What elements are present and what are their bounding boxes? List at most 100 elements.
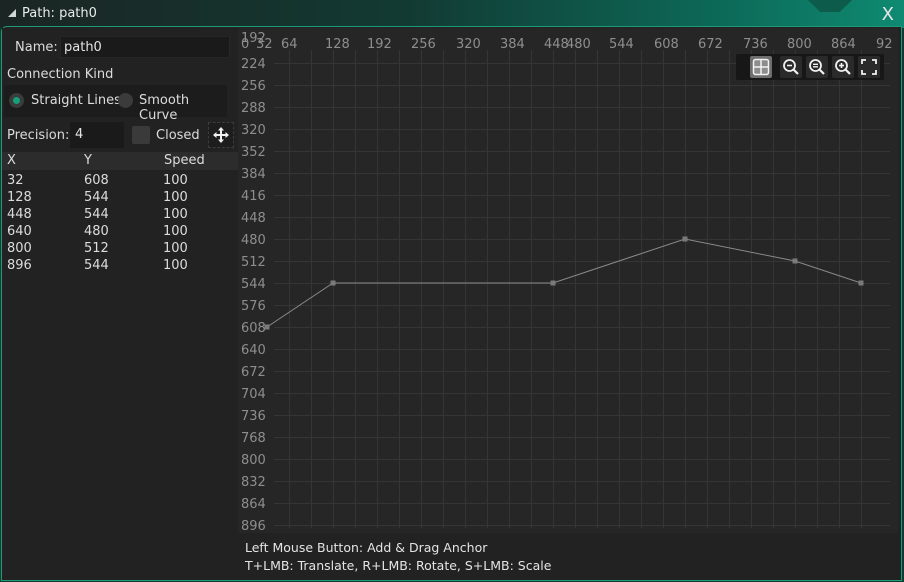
y-axis-labels: 1922242562883203523844164484805125445766… (241, 31, 266, 533)
help-status-bar: Left Mouse Button: Add & Drag Anchor T+L… (238, 533, 898, 577)
x-tick-label: 672 (698, 37, 723, 52)
grid-toggle-button[interactable] (750, 56, 772, 78)
window-title: Path: path0 (22, 6, 97, 21)
x-tick-label: 192 (367, 37, 392, 52)
y-tick-label: 288 (241, 101, 266, 116)
path-anchor-point[interactable] (264, 324, 270, 330)
zoom-in-icon (835, 59, 851, 75)
x-tick-label: 800 (787, 37, 812, 52)
radio-unselected-icon[interactable] (118, 93, 133, 108)
x-axis-labels: 0 32 64 128 192 256 320 384 448480 544 608 672 736 80… (241, 37, 893, 52)
name-input[interactable]: path0 (60, 36, 230, 58)
y-tick-label: 608 (241, 321, 266, 336)
x-tick-label: 736 (743, 37, 768, 52)
x-tick-label: 608 (654, 37, 679, 52)
zoom-out-icon (783, 59, 799, 75)
x-tick-label: 384 (500, 37, 525, 52)
move-arrows-icon (213, 127, 229, 143)
help-text-line-2: T+LMB: Translate, R+LMB: Rotate, S+LMB: … (245, 558, 552, 573)
x-tick-label: 92 (876, 37, 893, 52)
column-header-speed[interactable]: Speed (164, 153, 205, 168)
title-bar[interactable]: Path: path0 X (0, 0, 904, 28)
path-anchor-point[interactable] (550, 280, 556, 286)
cell-speed: 100 (163, 190, 188, 205)
cell-x: 640 (7, 224, 32, 239)
y-tick-label: 800 (241, 453, 266, 468)
path-canvas-svg[interactable]: 1922242562883203523844164484805125445766… (238, 28, 898, 533)
cell-y: 480 (84, 224, 109, 239)
x-tick-label: 128 (325, 37, 350, 52)
fullscreen-button[interactable] (858, 56, 880, 78)
connection-kind-group: Straight Lines Smooth Curve (4, 85, 227, 123)
path-canvas[interactable]: 192 224 256 288 320 352 384 416 448 480 512 544 576 6… (238, 28, 898, 533)
cell-y: 512 (84, 241, 109, 256)
x-tick-label: 864 (831, 37, 856, 52)
zoom-out-button[interactable] (780, 56, 802, 78)
y-tick-label: 704 (241, 387, 266, 402)
y-tick-label: 352 (241, 145, 266, 160)
zoom-in-button[interactable] (832, 56, 854, 78)
y-tick-label: 736 (241, 409, 266, 424)
y-tick-label: 544 (241, 277, 266, 292)
canvas-toolbar (736, 54, 884, 80)
x-tick-label: 256 (411, 37, 436, 52)
grid-toggle-icon (752, 58, 770, 76)
x-tick-label: 32 (256, 37, 273, 52)
y-tick-label: 224 (241, 57, 266, 72)
path-editor-window: Path: path0 X Name: path0 Connection Kin… (0, 0, 904, 582)
x-tick-label: 544 (609, 37, 634, 52)
zoom-reset-icon (809, 59, 825, 75)
y-tick-label: 672 (241, 365, 266, 380)
close-button[interactable]: X (882, 4, 894, 25)
y-tick-label: 448 (241, 211, 266, 226)
straight-lines-label[interactable]: Straight Lines (31, 93, 121, 108)
cell-y: 608 (84, 173, 109, 188)
help-text-line-1: Left Mouse Button: Add & Drag Anchor (245, 540, 488, 555)
smooth-curve-label[interactable]: Smooth Curve (139, 93, 227, 123)
cell-x: 128 (7, 190, 32, 205)
y-tick-label: 832 (241, 475, 266, 490)
path-anchor-point[interactable] (858, 280, 864, 286)
precision-input[interactable]: 4 (70, 122, 124, 148)
y-tick-label: 576 (241, 299, 266, 314)
closed-label[interactable]: Closed (156, 128, 200, 143)
y-tick-label: 320 (241, 123, 266, 138)
y-tick-label: 768 (241, 431, 266, 446)
path-anchor-point[interactable] (682, 236, 688, 242)
title-notch-decoration (808, 0, 852, 12)
cell-y: 544 (84, 190, 109, 205)
y-tick-label: 896 (241, 519, 266, 533)
column-header-x[interactable]: X (7, 153, 16, 168)
cell-speed: 100 (163, 173, 188, 188)
column-header-y[interactable]: Y (84, 153, 92, 168)
y-tick-label: 416 (241, 189, 266, 204)
x-tick-label: 480 (566, 37, 591, 52)
cell-y: 544 (84, 207, 109, 222)
y-tick-label: 384 (241, 167, 266, 182)
cell-speed: 100 (163, 241, 188, 256)
y-tick-label: 864 (241, 497, 266, 512)
cell-x: 896 (7, 258, 32, 273)
cell-y: 544 (84, 258, 109, 273)
radio-selected-icon[interactable] (9, 93, 24, 108)
name-label: Name: (15, 40, 58, 55)
x-tick-label: 64 (281, 37, 298, 52)
path-anchor-point[interactable] (792, 258, 798, 264)
x-tick-label: 0 (241, 37, 249, 52)
grid-layer (274, 50, 890, 528)
points-table-header: X Y Speed (2, 152, 238, 170)
cell-speed: 100 (163, 258, 188, 273)
y-tick-label: 640 (241, 343, 266, 358)
cell-speed: 100 (163, 207, 188, 222)
path-anchor-point[interactable] (330, 280, 336, 286)
y-tick-label: 256 (241, 79, 266, 94)
move-path-button[interactable] (208, 122, 234, 148)
y-tick-label: 512 (241, 255, 266, 270)
zoom-reset-button[interactable] (806, 56, 828, 78)
y-tick-label: 480 (241, 233, 266, 248)
fullscreen-icon (861, 59, 877, 75)
cell-speed: 100 (163, 224, 188, 239)
collapse-triangle-icon[interactable] (8, 9, 16, 17)
closed-checkbox[interactable] (132, 126, 150, 144)
cell-x: 448 (7, 207, 32, 222)
